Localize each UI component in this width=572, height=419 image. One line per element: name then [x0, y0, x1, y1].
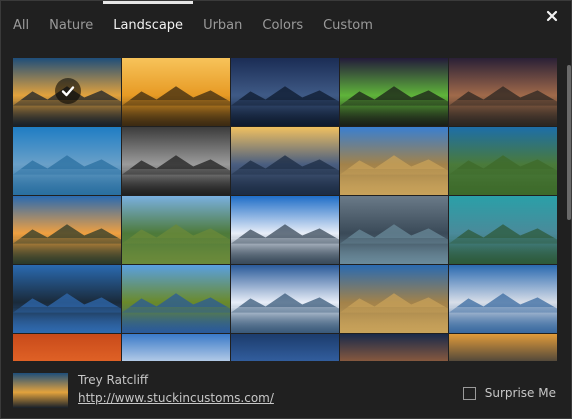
- wallpaper-thumbnail[interactable]: [122, 265, 230, 333]
- thumbnail-foreground: [449, 307, 557, 333]
- wallpaper-thumbnail[interactable]: [122, 58, 230, 126]
- thumbnail-foreground: [13, 169, 121, 195]
- wallpaper-thumbnail[interactable]: [231, 265, 339, 333]
- wallpaper-thumbnail[interactable]: [13, 265, 121, 333]
- thumbnail-foreground: [340, 238, 448, 264]
- wallpaper-thumbnail[interactable]: [122, 196, 230, 264]
- thumbnail-foreground: [13, 100, 121, 126]
- wallpaper-thumbnail[interactable]: [231, 196, 339, 264]
- surprise-me-checkbox[interactable]: [462, 386, 476, 400]
- wallpaper-grid: [13, 58, 561, 361]
- thumbnail-foreground: [449, 100, 557, 126]
- wallpaper-thumbnail[interactable]: [449, 127, 557, 195]
- wallpaper-footer: Trey Ratcliff http://www.stuckincustoms.…: [1, 361, 571, 418]
- wallpaper-thumbnail[interactable]: [13, 196, 121, 264]
- thumbnail-foreground: [231, 169, 339, 195]
- author-name: Trey Ratcliff: [78, 373, 149, 387]
- tab-custom[interactable]: Custom: [323, 1, 373, 51]
- wallpaper-thumbnail[interactable]: [13, 334, 121, 361]
- selected-wallpaper-preview: [13, 373, 68, 408]
- wallpaper-thumbnail[interactable]: [13, 127, 121, 195]
- wallpaper-thumbnail[interactable]: [449, 58, 557, 126]
- wallpaper-thumbnail[interactable]: [449, 196, 557, 264]
- tab-colors[interactable]: Colors: [262, 1, 303, 51]
- close-icon[interactable]: [543, 7, 561, 25]
- thumbnail-foreground: [340, 169, 448, 195]
- thumbnail-foreground: [449, 238, 557, 264]
- tab-nature[interactable]: Nature: [49, 1, 93, 51]
- wallpaper-thumbnail[interactable]: [231, 334, 339, 361]
- author-link[interactable]: http://www.stuckincustoms.com/: [78, 391, 274, 405]
- scrollbar-thumb[interactable]: [567, 65, 571, 220]
- wallpaper-thumbnail[interactable]: [13, 58, 121, 126]
- surprise-me-label: Surprise Me: [484, 386, 556, 400]
- thumbnail-foreground: [122, 307, 230, 333]
- thumbnail-foreground: [449, 169, 557, 195]
- tab-all[interactable]: All: [13, 1, 29, 51]
- wallpaper-thumbnail[interactable]: [340, 334, 448, 361]
- thumbnail-foreground: [13, 238, 121, 264]
- wallpaper-thumbnail[interactable]: [340, 58, 448, 126]
- wallpaper-thumbnail[interactable]: [449, 265, 557, 333]
- wallpaper-thumbnail[interactable]: [340, 265, 448, 333]
- wallpaper-thumbnail[interactable]: [231, 58, 339, 126]
- category-tabs: All Nature Landscape Urban Colors Custom: [13, 1, 393, 51]
- thumbnail-foreground: [122, 100, 230, 126]
- thumbnail-foreground: [122, 238, 230, 264]
- thumbnail-foreground: [13, 307, 121, 333]
- thumbnail-foreground: [340, 307, 448, 333]
- wallpaper-thumbnail[interactable]: [122, 127, 230, 195]
- tab-urban[interactable]: Urban: [203, 1, 242, 51]
- thumbnail-foreground: [122, 169, 230, 195]
- wallpaper-thumbnail[interactable]: [340, 196, 448, 264]
- thumbnail-foreground: [231, 100, 339, 126]
- wallpaper-thumbnail[interactable]: [449, 334, 557, 361]
- thumbnail-foreground: [340, 100, 448, 126]
- thumbnail-foreground: [231, 238, 339, 264]
- wallpaper-picker-dialog: All Nature Landscape Urban Colors Custom…: [0, 0, 572, 419]
- checkmark-icon: [55, 78, 81, 104]
- wallpaper-thumbnail[interactable]: [231, 127, 339, 195]
- wallpaper-thumbnail[interactable]: [340, 127, 448, 195]
- tab-landscape[interactable]: Landscape: [103, 1, 193, 51]
- thumbnail-foreground: [231, 307, 339, 333]
- wallpaper-thumbnail[interactable]: [122, 334, 230, 361]
- surprise-me-toggle[interactable]: Surprise Me: [462, 386, 556, 400]
